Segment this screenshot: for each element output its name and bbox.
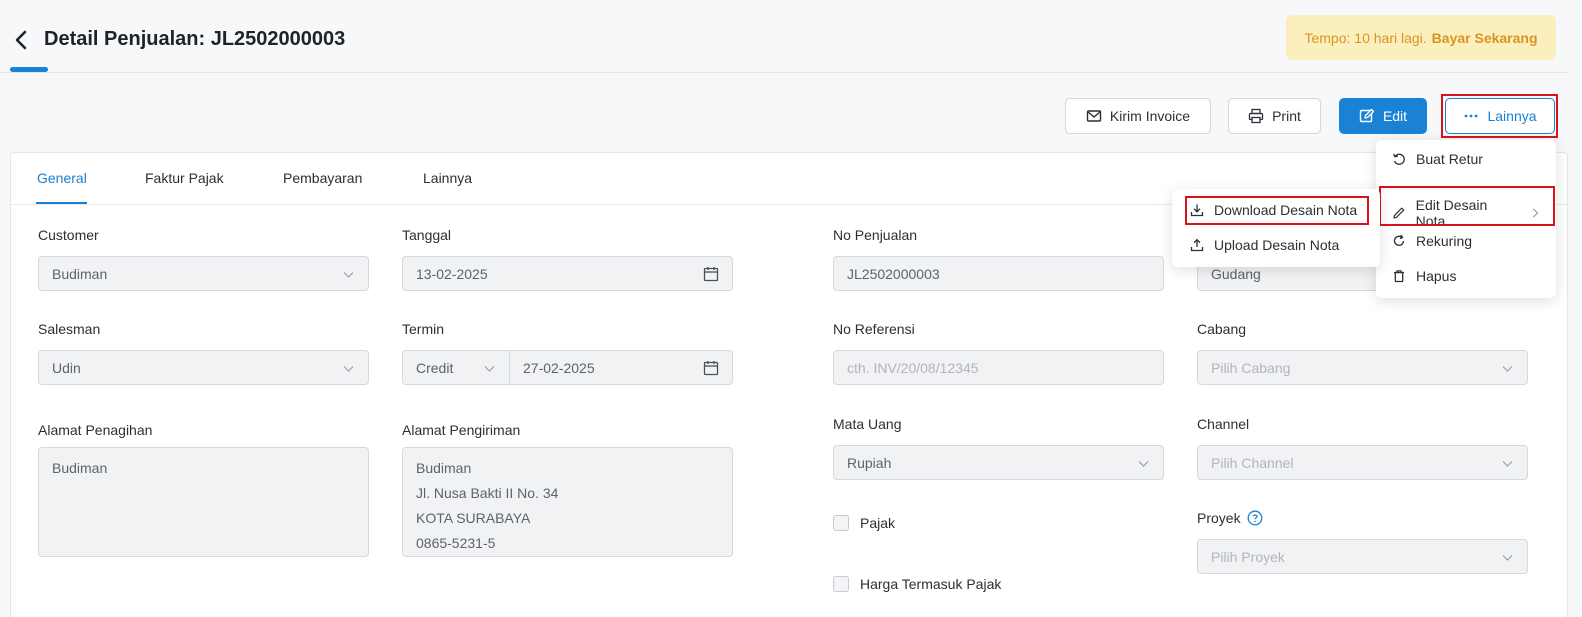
trash-icon bbox=[1394, 270, 1404, 283]
chevron-down-icon bbox=[1502, 366, 1513, 372]
no-penjualan-label: No Penjualan bbox=[833, 227, 918, 243]
rekuring-label: Rekuring bbox=[1416, 233, 1473, 249]
no-referensi-label: No Referensi bbox=[833, 321, 915, 337]
gudang-value: Gudang bbox=[1211, 265, 1261, 282]
no-referensi-input[interactable]: cth. INV/20/08/12345 bbox=[833, 350, 1164, 385]
menu-item-hapus[interactable]: Hapus bbox=[1392, 268, 1456, 284]
no-penjualan-input[interactable]: JL2502000003 bbox=[833, 256, 1164, 291]
harga-termasuk-pajak-label: Harga Termasuk Pajak bbox=[860, 576, 1002, 592]
alamat-penagihan-label: Alamat Penagihan bbox=[38, 422, 153, 438]
menu-item-rekuring[interactable]: Rekuring bbox=[1392, 233, 1472, 249]
print-label: Print bbox=[1272, 108, 1301, 124]
channel-placeholder: Pilih Channel bbox=[1211, 454, 1294, 471]
cabang-select[interactable]: Pilih Cabang bbox=[1197, 350, 1528, 385]
pajak-checkbox[interactable] bbox=[833, 515, 849, 531]
active-tab-indicator bbox=[36, 202, 87, 204]
menu-item-buat-retur[interactable]: Buat Retur bbox=[1392, 151, 1483, 167]
termin-label: Termin bbox=[402, 321, 445, 337]
customer-label: Customer bbox=[38, 227, 99, 243]
salesman-value: Udin bbox=[52, 359, 81, 376]
tempo-text: Tempo: 10 hari lagi. bbox=[1304, 29, 1427, 46]
termin-date-value: 27-02-2025 bbox=[523, 359, 595, 376]
tab-lainnya[interactable]: Lainnya bbox=[423, 170, 472, 186]
chevron-down-icon bbox=[343, 366, 354, 372]
mata-uang-select[interactable]: Rupiah bbox=[833, 445, 1164, 480]
upload-icon bbox=[1190, 238, 1204, 252]
alamat-pengiriman-line: Jl. Nusa Bakti II No. 34 bbox=[416, 485, 559, 501]
alamat-penagihan-value: Budiman bbox=[52, 460, 108, 476]
proyek-label: Proyek bbox=[1197, 510, 1241, 526]
tab-general[interactable]: General bbox=[37, 170, 87, 186]
cabang-label: Cabang bbox=[1197, 321, 1247, 337]
buat-retur-label: Buat Retur bbox=[1416, 151, 1483, 167]
submenu-item-upload-desain-nota[interactable]: Upload Desain Nota bbox=[1190, 237, 1339, 253]
proyek-select[interactable]: Pilih Proyek bbox=[1197, 539, 1528, 574]
tab-pembayaran[interactable]: Pembayaran bbox=[283, 170, 362, 186]
download-desain-nota-highlight-box bbox=[1185, 196, 1369, 225]
chevron-down-icon bbox=[1502, 555, 1513, 561]
edit-icon bbox=[1359, 108, 1375, 123]
customer-select[interactable]: Budiman bbox=[38, 256, 369, 291]
undo-icon bbox=[1392, 153, 1405, 165]
tempo-banner: Tempo: 10 hari lagi. Bayar Sekarang bbox=[1286, 15, 1556, 60]
alamat-pengiriman-textarea[interactable]: Budiman Jl. Nusa Bakti II No. 34 KOTA SU… bbox=[402, 447, 733, 557]
no-referensi-placeholder: cth. INV/20/08/12345 bbox=[847, 359, 979, 376]
chevron-down-icon bbox=[1138, 461, 1149, 467]
upload-desain-nota-label: Upload Desain Nota bbox=[1214, 237, 1340, 253]
alamat-pengiriman-line: KOTA SURABAYA bbox=[416, 510, 531, 526]
edit-desain-nota-highlight-box bbox=[1379, 186, 1555, 226]
calendar-icon bbox=[703, 267, 719, 282]
channel-label: Channel bbox=[1197, 416, 1250, 432]
bayar-sekarang-link[interactable]: Bayar Sekarang bbox=[1432, 30, 1538, 46]
mata-uang-label: Mata Uang bbox=[833, 416, 902, 432]
tanggal-value: 13-02-2025 bbox=[416, 265, 488, 282]
kirim-invoice-button[interactable]: Kirim Invoice bbox=[1065, 98, 1211, 134]
hapus-label: Hapus bbox=[1416, 268, 1457, 284]
termin-type-value: Credit bbox=[416, 359, 454, 376]
chevron-down-icon bbox=[343, 272, 354, 278]
alamat-penagihan-textarea[interactable]: Budiman bbox=[38, 447, 369, 557]
chevron-down-icon bbox=[484, 366, 495, 372]
proyek-placeholder: Pilih Proyek bbox=[1211, 548, 1285, 565]
chevron-down-icon bbox=[1502, 461, 1513, 467]
channel-select[interactable]: Pilih Channel bbox=[1197, 445, 1528, 480]
termin-date-picker[interactable]: 27-02-2025 bbox=[509, 350, 733, 385]
back-arrow-icon[interactable] bbox=[12, 26, 32, 54]
mail-icon bbox=[1086, 110, 1102, 122]
proyek-label-group: Proyek bbox=[1197, 510, 1263, 526]
page-title: Detail Penjualan: JL2502000003 bbox=[44, 28, 346, 50]
alamat-pengiriman-label: Alamat Pengiriman bbox=[402, 422, 521, 438]
print-button[interactable]: Print bbox=[1228, 98, 1321, 134]
mata-uang-value: Rupiah bbox=[847, 454, 892, 471]
lainnya-highlight-box bbox=[1441, 94, 1558, 138]
salesman-label: Salesman bbox=[38, 321, 101, 337]
help-circle-icon[interactable] bbox=[1247, 510, 1263, 526]
cabang-placeholder: Pilih Cabang bbox=[1211, 359, 1291, 376]
pajak-label: Pajak bbox=[860, 515, 896, 531]
no-penjualan-value: JL2502000003 bbox=[847, 265, 940, 282]
tanggal-datepicker[interactable]: 13-02-2025 bbox=[402, 256, 733, 291]
calendar-icon bbox=[703, 361, 719, 376]
alamat-pengiriman-line: Budiman bbox=[416, 460, 472, 476]
tanggal-label: Tanggal bbox=[402, 227, 452, 243]
edit-label: Edit bbox=[1382, 108, 1408, 124]
customer-value: Budiman bbox=[52, 265, 108, 282]
tab-faktur-pajak[interactable]: Faktur Pajak bbox=[145, 170, 224, 186]
kirim-invoice-label: Kirim Invoice bbox=[1109, 108, 1191, 124]
refresh-icon bbox=[1393, 234, 1405, 246]
edit-button[interactable]: Edit bbox=[1339, 98, 1427, 134]
printer-icon bbox=[1248, 108, 1264, 124]
header-divider bbox=[0, 72, 1568, 73]
termin-type-select[interactable]: Credit bbox=[402, 350, 510, 385]
alamat-pengiriman-line: 0865-5231-5 bbox=[416, 535, 496, 551]
harga-termasuk-pajak-checkbox[interactable] bbox=[833, 576, 849, 592]
salesman-select[interactable]: Udin bbox=[38, 350, 369, 385]
